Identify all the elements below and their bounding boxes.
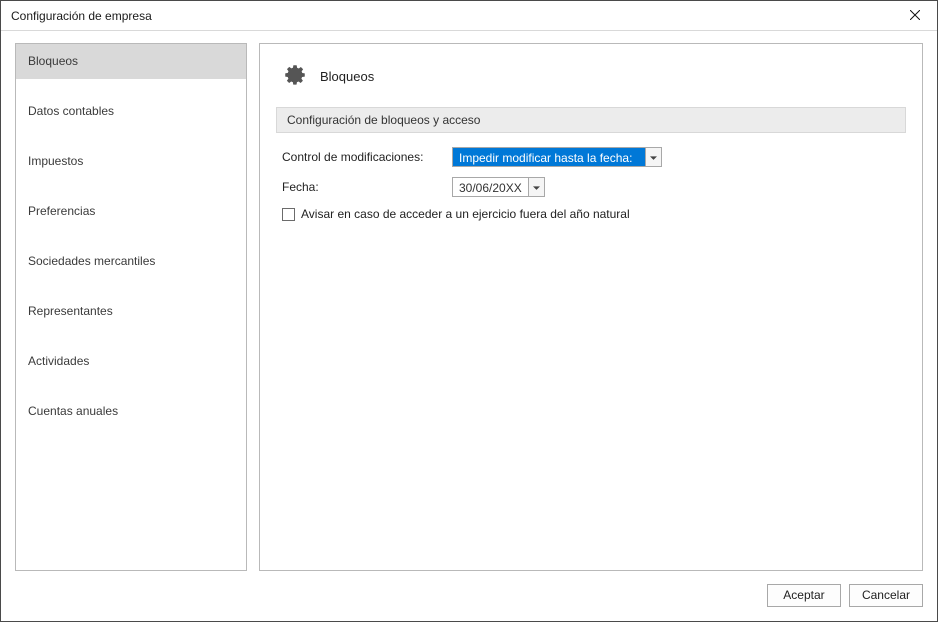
window: Configuración de empresa Bloqueos Datos …: [0, 0, 938, 622]
chevron-down-icon: [533, 180, 540, 194]
control-value: Impedir modificar hasta la fecha:: [453, 148, 645, 166]
sidebar-item-label: Bloqueos: [28, 54, 78, 68]
accept-button[interactable]: Aceptar: [767, 584, 841, 607]
sidebar-item-sociedades-mercantiles[interactable]: Sociedades mercantiles: [16, 244, 246, 279]
date-combobox[interactable]: 30/06/20XX: [452, 177, 545, 197]
sidebar-item-label: Preferencias: [28, 204, 95, 218]
content-panel: Bloqueos Configuración de bloqueos y acc…: [259, 43, 923, 571]
date-label: Fecha:: [282, 180, 452, 194]
sidebar-item-preferencias[interactable]: Preferencias: [16, 194, 246, 229]
control-label: Control de modificaciones:: [282, 150, 452, 164]
window-title: Configuración de empresa: [11, 9, 892, 23]
sidebar-item-label: Cuentas anuales: [28, 404, 118, 418]
warn-checkbox[interactable]: [282, 208, 295, 221]
section-title: Bloqueos: [320, 69, 374, 84]
row-control: Control de modificaciones: Impedir modif…: [282, 147, 900, 167]
titlebar: Configuración de empresa: [1, 1, 937, 31]
chevron-down-icon: [650, 150, 657, 164]
gear-icon: [282, 62, 308, 91]
row-warn: Avisar en caso de acceder a un ejercicio…: [282, 207, 900, 221]
date-value: 30/06/20XX: [453, 178, 528, 196]
sidebar-item-label: Sociedades mercantiles: [28, 254, 155, 268]
group-header: Configuración de bloqueos y acceso: [276, 107, 906, 133]
button-label: Aceptar: [783, 588, 824, 602]
sidebar-item-datos-contables[interactable]: Datos contables: [16, 94, 246, 129]
dialog-body: Bloqueos Datos contables Impuestos Prefe…: [1, 31, 937, 579]
date-dropdown-button[interactable]: [528, 178, 544, 196]
sidebar-item-label: Impuestos: [28, 154, 83, 168]
sidebar-item-representantes[interactable]: Representantes: [16, 294, 246, 329]
button-label: Cancelar: [862, 588, 910, 602]
sidebar-item-label: Actividades: [28, 354, 89, 368]
sidebar-item-label: Datos contables: [28, 104, 114, 118]
control-dropdown-button[interactable]: [645, 148, 661, 166]
sidebar: Bloqueos Datos contables Impuestos Prefe…: [15, 43, 247, 571]
warn-checkbox-label: Avisar en caso de acceder a un ejercicio…: [301, 207, 630, 221]
close-button[interactable]: [892, 1, 937, 31]
form: Control de modificaciones: Impedir modif…: [276, 147, 906, 221]
sidebar-item-cuentas-anuales[interactable]: Cuentas anuales: [16, 394, 246, 429]
row-date: Fecha: 30/06/20XX: [282, 177, 900, 197]
control-combobox[interactable]: Impedir modificar hasta la fecha:: [452, 147, 662, 167]
section-head: Bloqueos: [282, 62, 906, 91]
sidebar-item-impuestos[interactable]: Impuestos: [16, 144, 246, 179]
dialog-footer: Aceptar Cancelar: [1, 579, 937, 621]
sidebar-item-actividades[interactable]: Actividades: [16, 344, 246, 379]
sidebar-item-label: Representantes: [28, 304, 113, 318]
cancel-button[interactable]: Cancelar: [849, 584, 923, 607]
close-icon: [910, 9, 920, 23]
sidebar-item-bloqueos[interactable]: Bloqueos: [16, 44, 246, 79]
